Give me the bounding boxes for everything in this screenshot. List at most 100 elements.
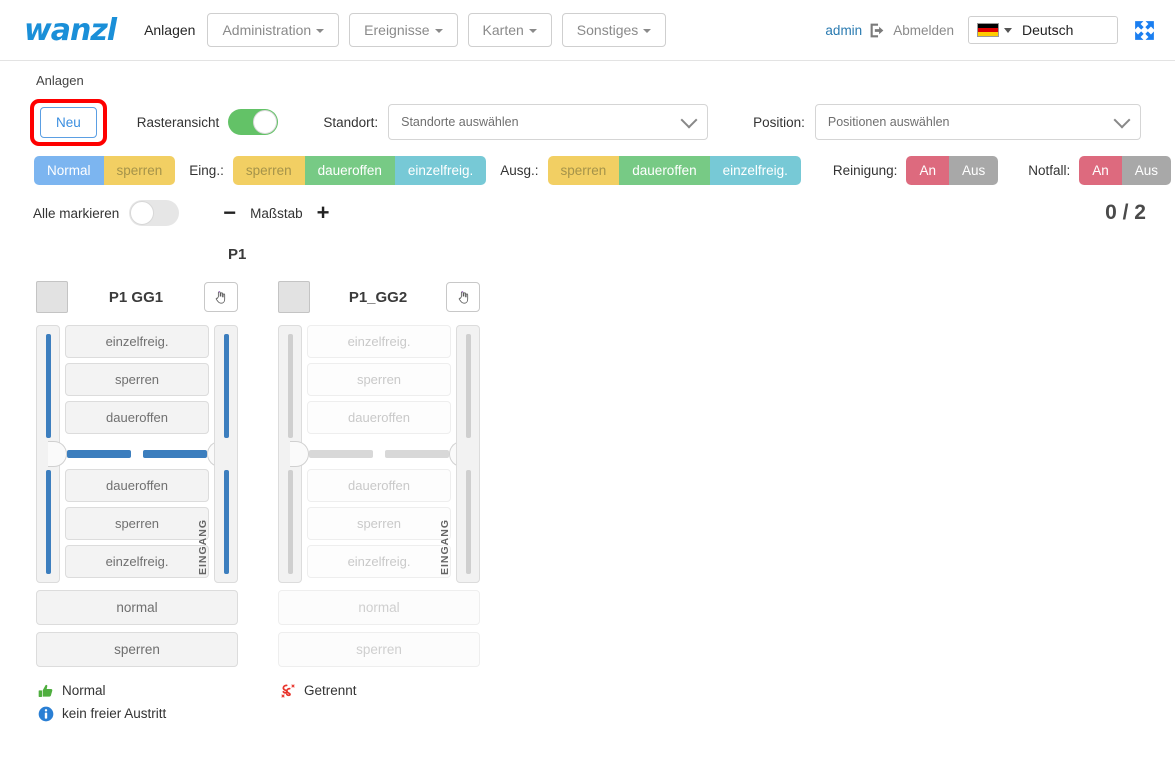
location-select[interactable]: Standorte auswählen (388, 104, 709, 140)
gate-btn-daueroffen-up[interactable]: daueroffen (65, 401, 209, 434)
gate-title: P1 GG1 (108, 288, 164, 306)
status-label: Getrennt (304, 683, 357, 698)
select-all-label: Alle markieren (33, 205, 120, 221)
rail-segment (465, 470, 471, 574)
gate-btn-daueroffen-down[interactable]: daueroffen (307, 469, 451, 502)
gate-btn-einzelfreigabe-down[interactable]: einzelfreig. (307, 545, 451, 578)
gate-rail-right (456, 325, 480, 583)
scale-label: Maßstab (250, 205, 303, 221)
chevron-down-icon (528, 29, 537, 34)
gate-btn-einzelfreigabe-down[interactable]: einzelfreig. (65, 545, 209, 578)
exit-sperren-button[interactable]: sperren (547, 155, 620, 185)
gate-mode-normal-button[interactable]: normal (278, 590, 480, 625)
hand-pointer-icon[interactable] (203, 282, 238, 312)
nav-administration-dropdown[interactable]: Administration (207, 13, 340, 47)
entry-sperren-button[interactable]: sperren (232, 155, 305, 185)
gate-upper-controls: einzelfreig. sperren daueroffen (307, 325, 451, 439)
toggle-knob (253, 110, 278, 134)
nav-karten-dropdown[interactable]: Karten (467, 13, 552, 47)
nav-administration-label: Administration (222, 22, 312, 38)
gate-upper-controls: einzelfreig. sperren daueroffen (65, 325, 209, 439)
gate-title: P1_GG2 (348, 288, 408, 306)
exit-einzelfreigabe-button[interactable]: einzelfreig. (709, 155, 801, 185)
emergency-on-button[interactable]: An (1079, 155, 1122, 185)
entry-einzelfreigabe-button[interactable]: einzelfreig. (394, 155, 487, 185)
rail-segment (287, 334, 293, 438)
mode-normal-button[interactable]: Normal (34, 155, 104, 185)
gate-btn-sperren-down[interactable]: sperren (65, 507, 209, 540)
nav-anlagen[interactable]: Anlagen (144, 22, 195, 38)
exit-daueroffen-button[interactable]: daueroffen (619, 155, 710, 185)
gate-btn-sperren-up[interactable]: sperren (307, 363, 451, 396)
gate-select-checkbox[interactable] (278, 281, 310, 313)
exit-group-label: Ausg.: (500, 162, 539, 178)
status-item: kein freier Austritt (36, 702, 278, 725)
group-title: P1 (228, 246, 247, 263)
position-placeholder: Positionen auswählen (827, 115, 950, 129)
gate-select-checkbox[interactable] (36, 281, 68, 313)
cleaning-on-button[interactable]: An (906, 155, 949, 185)
toolbar-modes: Normal sperren Eing.: sperren daueroffen… (0, 152, 1175, 188)
position-select[interactable]: Positionen auswählen (814, 104, 1141, 140)
logout-icon[interactable] (869, 22, 886, 39)
gate-mode-sperren-button[interactable]: sperren (36, 632, 238, 667)
gate-btn-einzelfreigabe-up[interactable]: einzelfreig. (65, 325, 209, 358)
gate-panel: P1_GG2 einzelfreig. sperren daueroffen d… (278, 279, 480, 667)
zoom-out-button[interactable]: − (223, 202, 236, 224)
cleaning-group-label: Reinigung: (832, 162, 898, 178)
gate-btn-sperren-up[interactable]: sperren (65, 363, 209, 396)
gate-mode-sperren-button[interactable]: sperren (278, 632, 480, 667)
status-legend: Normal kein freier Austritt Getrennt (0, 679, 1175, 725)
nav-sonstiges-dropdown[interactable]: Sonstiges (561, 13, 667, 47)
entry-daueroffen-button[interactable]: daueroffen (304, 155, 395, 185)
grid-view-label: Rasteransicht (136, 114, 220, 130)
de-flag-icon (977, 23, 999, 37)
chevron-down-icon (680, 111, 698, 128)
language-label: Deutsch (1022, 22, 1074, 38)
gate-btn-daueroffen-up[interactable]: daueroffen (307, 401, 451, 434)
mode-group-cleaning: An Aus (906, 155, 999, 185)
toggle-knob (130, 201, 155, 225)
current-user-link[interactable]: admin (825, 23, 862, 38)
gate-mode-normal-button[interactable]: normal (36, 590, 238, 625)
location-label: Standort: (323, 114, 379, 130)
gate-rail-left (278, 325, 302, 583)
gate-diagram: einzelfreig. sperren daueroffen daueroff… (278, 325, 480, 583)
location-placeholder: Standorte auswählen (401, 115, 519, 129)
gate-panel: P1 GG1 einzelfreig. sperren daueroffen d… (36, 279, 238, 667)
gate-btn-sperren-down[interactable]: sperren (307, 507, 451, 540)
mode-sperren-button[interactable]: sperren (103, 155, 176, 185)
hand-pointer-icon[interactable] (446, 282, 480, 312)
status-column-gate2: Getrennt (278, 679, 520, 725)
status-item: Normal (36, 679, 278, 702)
selection-counter: 0 / 2 (1105, 201, 1146, 224)
entrance-direction-label: EINGANG (197, 518, 209, 575)
new-button[interactable]: Neu (40, 106, 97, 138)
gate-btn-einzelfreigabe-up[interactable]: einzelfreig. (307, 325, 451, 358)
entry-group-label: Eing.: (189, 162, 224, 178)
entrance-direction-label: EINGANG (439, 518, 451, 575)
gate-arm-gap (65, 440, 209, 468)
grid-view-toggle[interactable] (228, 109, 279, 135)
language-select[interactable]: Deutsch (968, 16, 1118, 44)
mode-group-exit: sperren daueroffen einzelfreig. (547, 155, 801, 185)
breadcrumb: Anlagen (36, 73, 84, 88)
gate-btn-daueroffen-down[interactable]: daueroffen (65, 469, 209, 502)
emergency-off-button[interactable]: Aus (1121, 155, 1172, 185)
logout-label[interactable]: Abmelden (893, 23, 954, 38)
zoom-in-button[interactable]: + (317, 202, 330, 224)
select-all-toggle[interactable] (129, 200, 180, 226)
wanzl-logo: wanzl (24, 12, 117, 48)
fullscreen-expand-icon[interactable] (1132, 18, 1157, 43)
nav-karten-label: Karten (482, 22, 524, 38)
gate-controls: einzelfreig. sperren daueroffen daueroff… (290, 325, 468, 583)
cleaning-off-button[interactable]: Aus (948, 155, 999, 185)
mode-group-entry: sperren daueroffen einzelfreig. (232, 155, 487, 185)
gate-lower-controls: daueroffen sperren einzelfreig. (65, 469, 209, 583)
gate-arm-gap (307, 440, 451, 468)
gate-controls: einzelfreig. sperren daueroffen daueroff… (48, 325, 226, 583)
top-navigation-bar: wanzl Anlagen Administration Ereignisse … (0, 0, 1175, 61)
rail-segment (287, 470, 293, 574)
mode-group-emergency: An Aus (1079, 155, 1172, 185)
nav-ereignisse-dropdown[interactable]: Ereignisse (349, 13, 458, 47)
